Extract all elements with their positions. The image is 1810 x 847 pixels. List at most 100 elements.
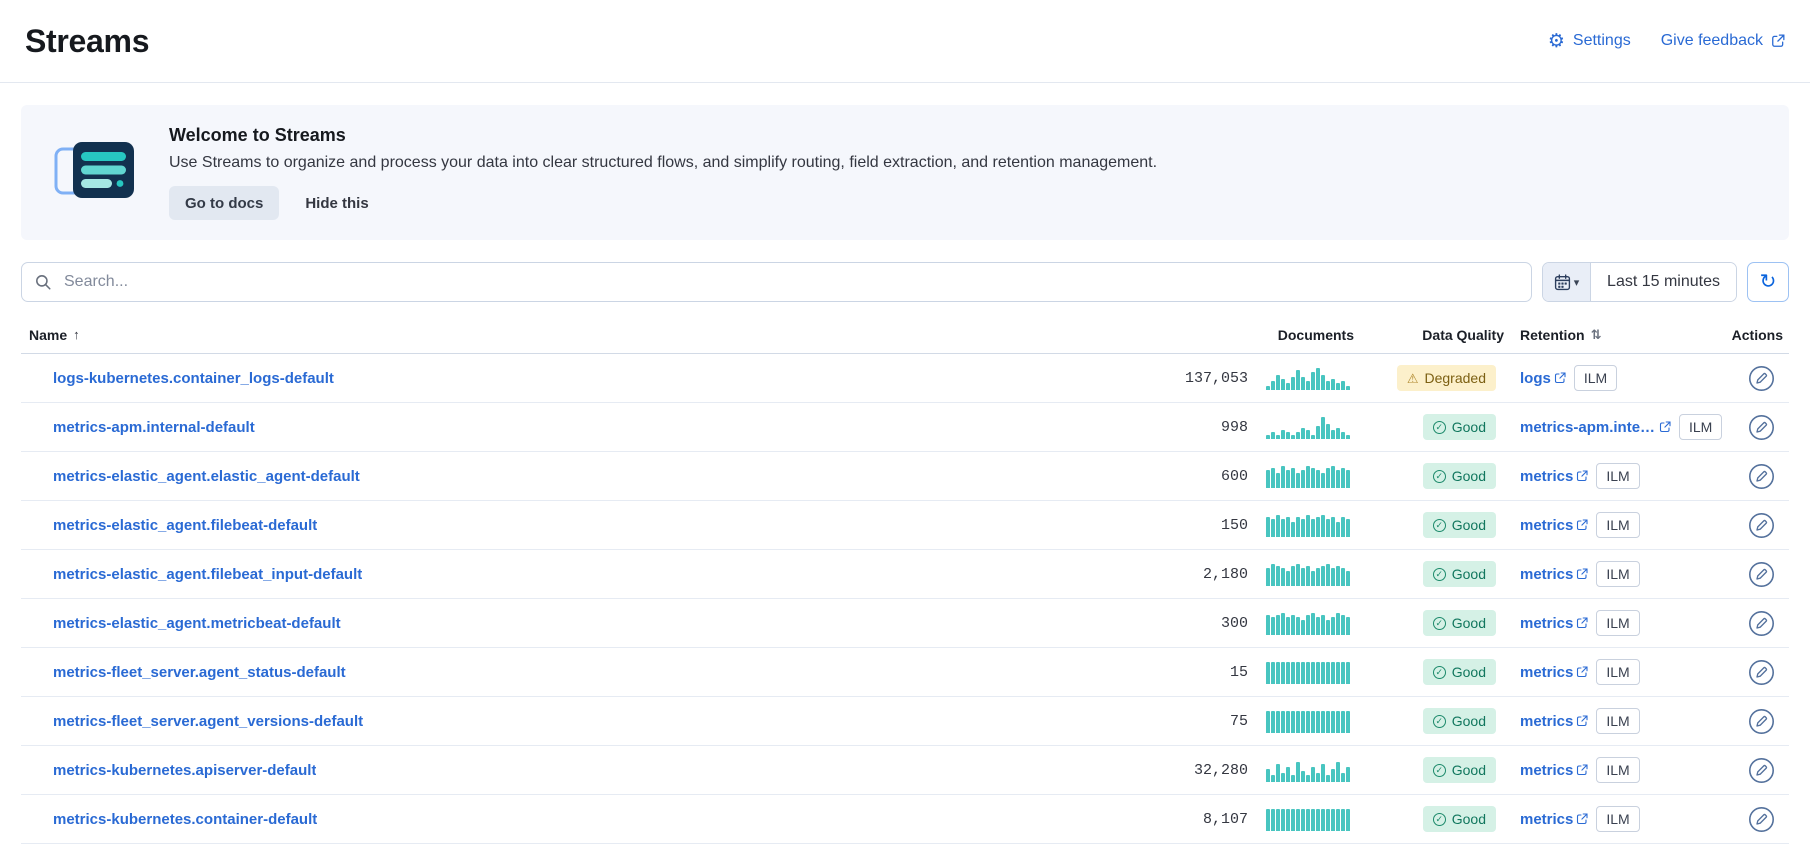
sparkline bbox=[1266, 562, 1354, 586]
check-circle-icon: ✓ bbox=[1433, 617, 1446, 630]
sparkline bbox=[1266, 611, 1354, 635]
retention-link-label: metrics bbox=[1520, 811, 1573, 828]
retention-link[interactable]: logs bbox=[1520, 370, 1566, 387]
column-header-name[interactable]: Name ↑ bbox=[29, 327, 80, 343]
retention-link-label: metrics bbox=[1520, 517, 1573, 534]
stream-name-link[interactable]: metrics-elastic_agent.filebeat-default bbox=[53, 517, 317, 534]
retention-link[interactable]: metrics bbox=[1520, 713, 1588, 730]
edit-pencil-icon bbox=[1748, 365, 1775, 392]
time-range-button[interactable]: Last 15 minutes bbox=[1591, 263, 1736, 301]
gear-icon: ⚙ bbox=[1548, 32, 1565, 51]
check-circle-icon: ✓ bbox=[1433, 568, 1446, 581]
edit-pencil-icon bbox=[1748, 757, 1775, 784]
date-picker: ▾ Last 15 minutes bbox=[1542, 262, 1737, 302]
edit-stream-button[interactable] bbox=[1748, 708, 1775, 735]
stream-name-link[interactable]: metrics-kubernetes.apiserver-default bbox=[53, 762, 316, 779]
quality-badge: ⚠ ✓ Good bbox=[1423, 659, 1496, 685]
column-header-retention[interactable]: Retention ⇅ bbox=[1520, 327, 1601, 343]
retention-link-label: metrics bbox=[1520, 566, 1573, 583]
retention-link-label: metrics bbox=[1520, 664, 1573, 681]
quick-select-button[interactable]: ▾ bbox=[1543, 263, 1591, 301]
edit-stream-button[interactable] bbox=[1748, 463, 1775, 490]
give-feedback-link[interactable]: Give feedback bbox=[1661, 32, 1785, 50]
check-circle-icon: ✓ bbox=[1433, 519, 1446, 532]
stream-name-link[interactable]: metrics-fleet_server.agent_versions-defa… bbox=[53, 713, 363, 730]
external-link-icon bbox=[1576, 813, 1588, 825]
retention-link-label: metrics bbox=[1520, 762, 1573, 779]
welcome-content: Welcome to Streams Use Streams to organi… bbox=[169, 125, 1157, 220]
table-row: metrics-elastic_agent.filebeat-default 1… bbox=[21, 501, 1789, 550]
table-row: metrics-elastic_agent.elastic_agent-defa… bbox=[21, 452, 1789, 501]
table-body: logs-kubernetes.container_logs-default 1… bbox=[21, 354, 1789, 844]
go-to-docs-button[interactable]: Go to docs bbox=[169, 186, 279, 220]
stream-name-link[interactable]: metrics-apm.internal-default bbox=[53, 419, 255, 436]
retention-badge: ILM bbox=[1596, 463, 1639, 489]
quality-label: Good bbox=[1452, 517, 1486, 533]
toolbar: ▾ Last 15 minutes ↻ bbox=[21, 262, 1789, 302]
external-link-icon bbox=[1554, 372, 1566, 384]
table-row: metrics-apm.internal-default 998 ⚠ ✓ Goo… bbox=[21, 403, 1789, 452]
stream-name-link[interactable]: logs-kubernetes.container_logs-default bbox=[53, 370, 334, 387]
sparkline bbox=[1266, 807, 1354, 831]
table-row: metrics-kubernetes.container-default 8,1… bbox=[21, 795, 1789, 844]
edit-stream-button[interactable] bbox=[1748, 414, 1775, 441]
stream-name-link[interactable]: metrics-elastic_agent.elastic_agent-defa… bbox=[53, 468, 360, 485]
retention-link[interactable]: metrics bbox=[1520, 615, 1588, 632]
edit-stream-button[interactable] bbox=[1748, 757, 1775, 784]
table-row: metrics-fleet_server.agent_versions-defa… bbox=[21, 697, 1789, 746]
sparkline bbox=[1266, 758, 1354, 782]
retention-link[interactable]: metrics bbox=[1520, 762, 1588, 779]
quality-badge: ⚠ ✓ Good bbox=[1423, 512, 1496, 538]
settings-label: Settings bbox=[1573, 32, 1631, 50]
refresh-button[interactable]: ↻ bbox=[1747, 262, 1789, 302]
edit-stream-button[interactable] bbox=[1748, 659, 1775, 686]
hide-this-button[interactable]: Hide this bbox=[305, 186, 368, 220]
external-link-icon bbox=[1576, 666, 1588, 678]
sparkline bbox=[1266, 464, 1354, 488]
sortable-icon: ⇅ bbox=[1591, 327, 1602, 343]
retention-link[interactable]: metrics bbox=[1520, 811, 1588, 828]
calendar-icon bbox=[1554, 274, 1571, 291]
sparkline bbox=[1266, 709, 1354, 733]
streams-illustration bbox=[53, 139, 137, 206]
retention-link-label: metrics bbox=[1520, 615, 1573, 632]
documents-count: 998 bbox=[1221, 419, 1248, 436]
retention-badge: ILM bbox=[1679, 414, 1722, 440]
table-header: Name ↑ Documents Data Quality Retention … bbox=[21, 316, 1789, 354]
stream-name-link[interactable]: metrics-fleet_server.agent_status-defaul… bbox=[53, 664, 346, 681]
retention-badge: ILM bbox=[1596, 757, 1639, 783]
retention-link-label: logs bbox=[1520, 370, 1551, 387]
stream-name-link[interactable]: metrics-elastic_agent.metricbeat-default bbox=[53, 615, 341, 632]
column-header-data-quality: Data Quality bbox=[1422, 327, 1504, 343]
external-link-icon bbox=[1576, 568, 1588, 580]
quality-label: Good bbox=[1452, 615, 1486, 631]
retention-link[interactable]: metrics bbox=[1520, 566, 1588, 583]
edit-stream-button[interactable] bbox=[1748, 610, 1775, 637]
documents-count: 150 bbox=[1221, 517, 1248, 534]
edit-stream-button[interactable] bbox=[1748, 561, 1775, 588]
check-circle-icon: ✓ bbox=[1433, 813, 1446, 826]
retention-badge: ILM bbox=[1596, 659, 1639, 685]
settings-link[interactable]: ⚙ Settings bbox=[1548, 32, 1631, 51]
retention-link[interactable]: metrics bbox=[1520, 664, 1588, 681]
retention-link[interactable]: metrics bbox=[1520, 517, 1588, 534]
external-link-icon bbox=[1576, 715, 1588, 727]
edit-stream-button[interactable] bbox=[1748, 806, 1775, 833]
quality-label: Good bbox=[1452, 713, 1486, 729]
edit-stream-button[interactable] bbox=[1748, 365, 1775, 392]
column-header-documents: Documents bbox=[1278, 327, 1354, 343]
retention-link[interactable]: metrics-apm.internal-default bbox=[1520, 419, 1671, 436]
quality-badge: ⚠ ✓ Good bbox=[1423, 610, 1496, 636]
sparkline bbox=[1266, 366, 1354, 390]
search-input[interactable] bbox=[62, 272, 1519, 292]
documents-count: 137,053 bbox=[1185, 370, 1248, 387]
quality-label: Good bbox=[1452, 762, 1486, 778]
documents-count: 300 bbox=[1221, 615, 1248, 632]
quality-label: Good bbox=[1452, 566, 1486, 582]
welcome-title: Welcome to Streams bbox=[169, 125, 1157, 146]
stream-name-link[interactable]: metrics-elastic_agent.filebeat_input-def… bbox=[53, 566, 362, 583]
edit-stream-button[interactable] bbox=[1748, 512, 1775, 539]
check-circle-icon: ✓ bbox=[1433, 470, 1446, 483]
stream-name-link[interactable]: metrics-kubernetes.container-default bbox=[53, 811, 317, 828]
retention-link[interactable]: metrics bbox=[1520, 468, 1588, 485]
